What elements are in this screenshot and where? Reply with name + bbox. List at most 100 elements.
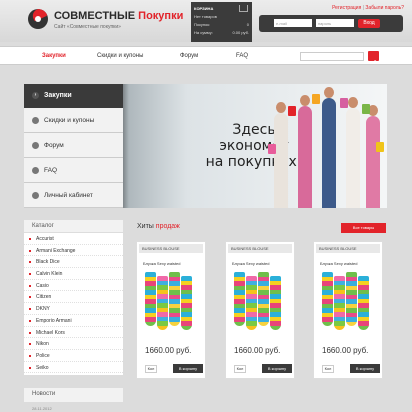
sock-stripe: [145, 272, 156, 326]
logo-icon[interactable]: [28, 9, 48, 29]
quantity-field[interactable]: Кол: [145, 365, 157, 373]
catalog-item[interactable]: Accurist: [24, 233, 123, 245]
sock-stripe: [246, 276, 257, 330]
catalog-item[interactable]: Casio: [24, 280, 123, 292]
sock-stripe: [181, 276, 192, 330]
hits-title: Хиты продаж: [137, 223, 180, 230]
hits-title-accent: продаж: [155, 223, 180, 230]
chevron-right-icon: [32, 142, 39, 149]
sock-stripe: [322, 272, 333, 326]
login-form: e-mail пароль: [259, 15, 403, 32]
separator: |: [362, 5, 364, 11]
catalog-item[interactable]: Police: [24, 350, 123, 362]
nav-item-faq[interactable]: FAQ: [236, 53, 248, 59]
product-category: BUSINESS BLOUSE: [316, 244, 380, 253]
forgot-password-link[interactable]: Забыли пароль?: [365, 5, 404, 11]
banner-menu-item[interactable]: Скидки и купоны: [24, 108, 123, 133]
sock-stripe: [258, 272, 269, 326]
sock-stripe: [358, 276, 369, 330]
catalog-item[interactable]: Seiko: [24, 362, 123, 374]
product-image[interactable]: [320, 270, 378, 332]
banner-menu-label: Форум: [44, 142, 64, 149]
cart-sum-value: 0.00 руб.: [232, 30, 249, 35]
banner-menu-item[interactable]: Форум: [24, 133, 123, 158]
quantity-field[interactable]: Кол: [322, 365, 334, 373]
product-price: 1660.00 руб.: [322, 346, 369, 355]
product-image[interactable]: [232, 270, 290, 332]
banner-menu-label: FAQ: [44, 167, 58, 174]
cart-panel[interactable]: КОРЗИНА Нет товаров Покупок: 0 На сумму: 0…: [191, 2, 252, 42]
chevron-right-icon: [32, 192, 39, 199]
hits-title-main: Хиты: [137, 223, 154, 230]
add-to-cart-button[interactable]: В корзину: [173, 364, 203, 373]
quantity-field[interactable]: Кол: [234, 365, 246, 373]
nav-item-forum[interactable]: Форум: [180, 53, 198, 59]
cart-qty-value: 0: [246, 22, 249, 27]
catalog-list: Accurist Armani Exchange Black Dice Calvin …: [24, 233, 123, 374]
sock-stripe: [157, 276, 168, 330]
catalog-item[interactable]: Michael Kors: [24, 327, 123, 339]
catalog-item[interactable]: Citizen: [24, 291, 123, 304]
search-icon: ⌕: [373, 59, 377, 65]
banner-menu-item[interactable]: FAQ: [24, 158, 123, 183]
product-price: 1660.00 руб.: [234, 346, 281, 355]
promo-banner: › Закупки Скидки и купоны Форум FAQ Личны…: [24, 84, 387, 208]
catalog-item[interactable]: Black Dice: [24, 256, 123, 269]
cart-subtitle: Нет товаров: [194, 14, 217, 19]
nav-item-discounts[interactable]: Скидки и купоны: [97, 53, 143, 59]
banner-menu-label: Личный кабинет: [44, 192, 93, 199]
banner-menu-header[interactable]: › Закупки: [24, 84, 123, 108]
login-button[interactable]: Вход: [358, 19, 380, 28]
product-image[interactable]: [143, 270, 201, 332]
register-link[interactable]: Регистрация: [332, 5, 361, 11]
product-price: 1660.00 руб.: [145, 346, 192, 355]
chevron-right-icon: ›: [32, 92, 39, 99]
sock-stripe: [169, 272, 180, 326]
chevron-right-icon: [32, 117, 39, 124]
sock-stripe: [270, 276, 281, 330]
banner-menu-item[interactable]: Личный кабинет: [24, 183, 123, 208]
cart-qty-label: Покупок:: [194, 22, 211, 27]
catalog-item[interactable]: Calvin Klein: [24, 268, 123, 280]
password-field[interactable]: пароль: [316, 19, 354, 27]
brand-title[interactable]: СОВМЕСТНЫЕ Покупки: [54, 10, 183, 22]
add-to-cart-button[interactable]: В корзину: [262, 364, 292, 373]
catalog-item[interactable]: Armani Exchange: [24, 245, 123, 257]
email-field[interactable]: e-mail: [274, 19, 312, 27]
product-card[interactable]: BUSINESS BLOUSE Блузка Sexy waisted 1660.0…: [225, 241, 295, 379]
banner-menu-header-label: Закупки: [44, 92, 72, 99]
search-button[interactable]: ⌕: [368, 51, 379, 65]
sock-stripe: [346, 272, 357, 326]
product-name[interactable]: Блузка Sexy waisted: [232, 261, 270, 266]
account-links: Регистрация | Забыли пароль?: [332, 5, 404, 11]
catalog-item[interactable]: Nikon: [24, 338, 123, 350]
cart-icon: [239, 5, 248, 12]
main-nav: Закупки Скидки и купоны Форум FAQ ⌕: [0, 46, 412, 65]
banner-menu-label: Скидки и купоны: [44, 117, 95, 124]
news-date: 28.11.2012: [32, 406, 52, 411]
product-card[interactable]: BUSINESS BLOUSE Блузка Sexy waisted 1660.0…: [136, 241, 206, 379]
chevron-right-icon: [32, 167, 39, 174]
all-products-button[interactable]: Все товары: [341, 223, 386, 233]
product-category: BUSINESS BLOUSE: [139, 244, 203, 253]
catalog-item[interactable]: Emporio Armani: [24, 315, 123, 327]
banner-menu: › Закупки Скидки и купоны Форум FAQ Личны…: [24, 84, 123, 208]
product-card[interactable]: BUSINESS BLOUSE Блузка Sexy waisted 1660.0…: [313, 241, 383, 379]
menu-shadow: [123, 84, 129, 208]
header: СОВМЕСТНЫЕ Покупки Сайт «Совместные поку…: [0, 0, 412, 42]
product-category: BUSINESS BLOUSE: [228, 244, 292, 253]
product-name[interactable]: Блузка Sexy waisted: [320, 261, 358, 266]
catalog-title: Каталог: [24, 220, 123, 233]
tagline: Сайт «Совместные покупки»: [54, 24, 121, 30]
cart-sum-label: На сумму:: [194, 30, 213, 35]
search-input[interactable]: [300, 52, 364, 61]
catalog-panel: Каталог Accurist Armani Exchange Black Dic…: [24, 220, 123, 375]
add-to-cart-button[interactable]: В корзину: [350, 364, 380, 373]
product-name[interactable]: Блузка Sexy waisted: [143, 261, 181, 266]
sock-stripe: [334, 276, 345, 330]
catalog-item[interactable]: DKNY: [24, 303, 123, 315]
shoppers-illustration: [264, 84, 384, 208]
nav-item-purchases[interactable]: Закупки: [42, 53, 66, 59]
news-title: Новости: [24, 388, 123, 402]
sock-stripe: [234, 272, 245, 326]
